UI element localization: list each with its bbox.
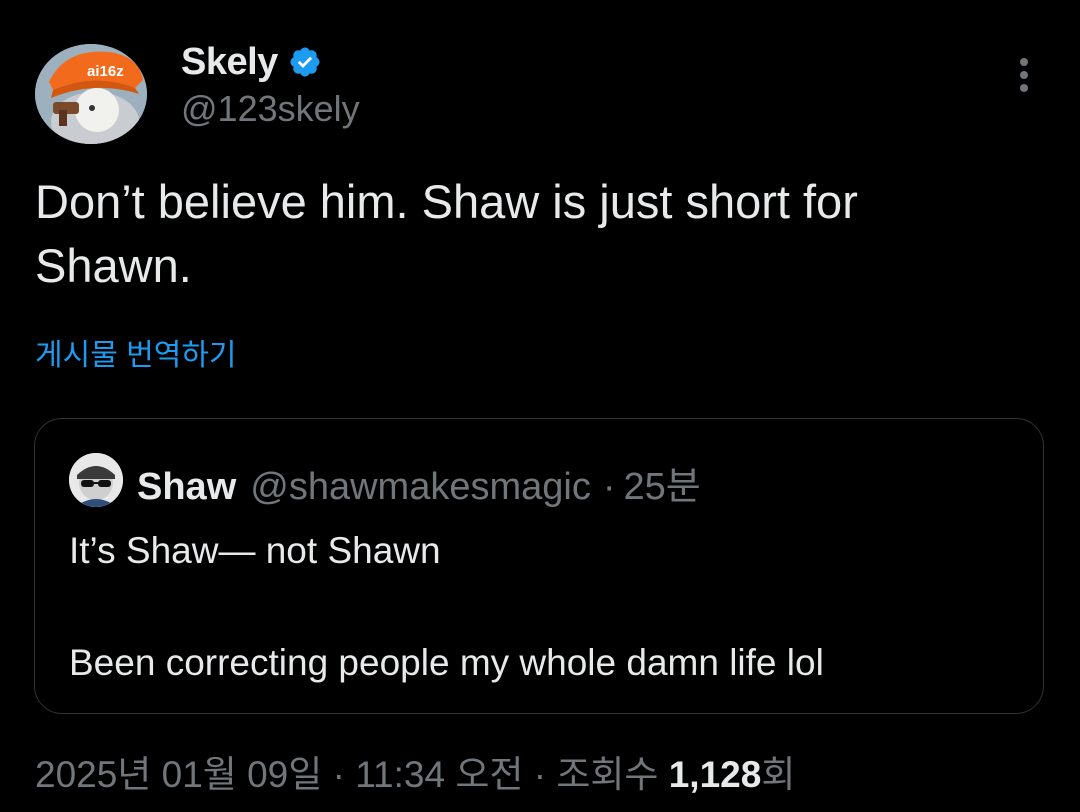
cap-logo-text: ai16z xyxy=(87,63,124,80)
quoted-author-avatar[interactable] xyxy=(69,453,123,507)
tweet-text: Don’t believe him. Shaw is just short fo… xyxy=(35,175,858,292)
avatar-cap-character-icon: ai16z xyxy=(35,44,147,144)
avatar-sunglasses-icon xyxy=(69,453,123,507)
meta-separator: · xyxy=(322,754,356,795)
tweet-time[interactable]: 11:34 오전 xyxy=(355,754,523,795)
meta-separator: · xyxy=(523,754,557,795)
quoted-author-name[interactable]: Shaw xyxy=(137,466,236,509)
translate-post-link[interactable]: 게시물 번역하기 xyxy=(35,330,237,374)
author-handle[interactable]: @123skely xyxy=(181,88,360,130)
author-name-row[interactable]: Skely xyxy=(181,38,322,86)
more-options-button[interactable] xyxy=(1006,56,1042,96)
views-count[interactable]: 1,128 xyxy=(669,754,762,795)
tweet-date[interactable]: 2025년 01월 09일 xyxy=(35,754,322,795)
views-label: 조회수 xyxy=(556,754,669,795)
quoted-tweet-text: It’s Shaw— not Shawn Been correcting peo… xyxy=(69,530,824,683)
author-avatar[interactable]: ai16z xyxy=(35,44,147,144)
more-vertical-icon xyxy=(1020,58,1028,92)
quoted-tweet-time[interactable]: 25분 xyxy=(623,455,700,510)
views-suffix: 회 xyxy=(761,754,796,795)
verified-badge-icon xyxy=(290,47,320,77)
quoted-author-handle[interactable]: @shawmakesmagic xyxy=(250,466,591,509)
quoted-tweet-header: Shaw @shawmakesmagic · 25분 xyxy=(137,455,701,510)
quoted-tweet-card[interactable]: Shaw @shawmakesmagic · 25분 It’s Shaw— no… xyxy=(34,418,1044,714)
quoted-header-separator: · xyxy=(602,466,616,508)
author-display-name[interactable]: Skely xyxy=(181,41,278,84)
tweet-meta: 2025년 01월 09일 · 11:34 오전 · 조회수 1,128회 xyxy=(35,744,795,798)
